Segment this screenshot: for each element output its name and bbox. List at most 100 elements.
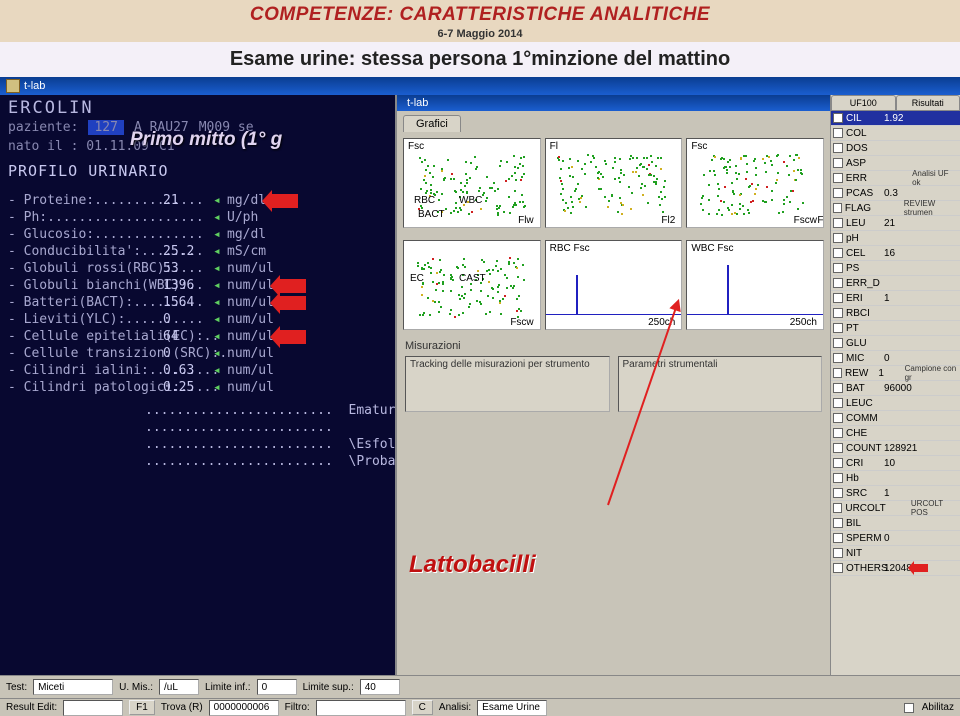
uf-note: Campione con gr bbox=[905, 364, 958, 382]
checkbox[interactable] bbox=[833, 278, 843, 288]
patient-name: ERCOLIN bbox=[0, 95, 395, 118]
field-analisi[interactable]: Esame Urine bbox=[477, 700, 547, 716]
histogram-chart[interactable]: WBC Fsc250ch bbox=[686, 240, 824, 330]
uf-row[interactable]: PT bbox=[831, 321, 960, 336]
scatter-chart[interactable]: FscRBCWBCBACTFlw bbox=[403, 138, 541, 228]
field-test[interactable]: Miceti bbox=[33, 679, 113, 695]
uf-value: 128921 bbox=[884, 443, 914, 454]
uf-row[interactable]: BAT96000 bbox=[831, 381, 960, 396]
uf-row[interactable]: GLU bbox=[831, 336, 960, 351]
checkbox[interactable] bbox=[833, 293, 843, 303]
uf-row[interactable]: LEUC bbox=[831, 396, 960, 411]
checkbox[interactable] bbox=[833, 473, 843, 483]
checkbox[interactable] bbox=[833, 128, 843, 138]
field-result-edit[interactable] bbox=[63, 700, 123, 716]
uf-row[interactable]: COMM bbox=[831, 411, 960, 426]
uf-row[interactable]: REW1Campione con gr bbox=[831, 366, 960, 381]
lbl-nato: nato il : 01.11.09 bbox=[8, 139, 149, 154]
uf-row[interactable]: RBCI bbox=[831, 306, 960, 321]
param-value: 25.2 bbox=[163, 244, 213, 259]
param-value: 21 bbox=[163, 193, 213, 208]
checkbox[interactable] bbox=[833, 233, 843, 243]
checkbox[interactable] bbox=[833, 488, 843, 498]
uf-row[interactable]: pH bbox=[831, 231, 960, 246]
tracking-box[interactable]: Tracking delle misurazioni per strumento bbox=[405, 356, 610, 412]
uf-row[interactable]: CRI10 bbox=[831, 456, 960, 471]
field-umis[interactable]: /uL bbox=[159, 679, 199, 695]
param-row: - Globuli rossi(RBC):....53◂num/ul bbox=[0, 260, 395, 277]
checkbox[interactable] bbox=[833, 413, 843, 423]
scatter-chart[interactable]: FscFscwFl bbox=[686, 138, 824, 228]
checkbox[interactable] bbox=[833, 218, 843, 228]
uf-result-list: CIL1.92COLDOSASPERRAnalisi UF okPCAS0.3F… bbox=[831, 111, 960, 576]
checkbox[interactable] bbox=[833, 383, 843, 393]
checkbox[interactable] bbox=[833, 143, 843, 153]
uf-row[interactable]: DOS bbox=[831, 141, 960, 156]
checkbox[interactable] bbox=[833, 563, 843, 573]
uf-row[interactable]: Hb bbox=[831, 471, 960, 486]
param-value: 0.25 bbox=[163, 380, 213, 395]
checkbox[interactable] bbox=[833, 548, 843, 558]
patient-id: 127 bbox=[88, 120, 123, 135]
checkbox[interactable] bbox=[833, 248, 843, 258]
param-row: - Glucosio:..............◂mg/dl bbox=[0, 226, 395, 243]
checkbox[interactable] bbox=[833, 443, 843, 453]
scatter-chart[interactable]: FlFl2 bbox=[545, 138, 683, 228]
uf-row[interactable]: BIL bbox=[831, 516, 960, 531]
param-list: - Proteine:..............21◂mg/dl- Ph:..… bbox=[0, 192, 395, 396]
uf-note: Analisi UF ok bbox=[912, 169, 958, 187]
chk-abilita[interactable] bbox=[904, 703, 914, 713]
uf-row[interactable]: PS bbox=[831, 261, 960, 276]
checkbox[interactable] bbox=[833, 398, 843, 408]
checkbox[interactable] bbox=[833, 158, 843, 168]
checkbox[interactable] bbox=[833, 188, 843, 198]
checkbox[interactable] bbox=[833, 503, 842, 513]
c-button[interactable]: C bbox=[412, 700, 433, 715]
uf-row[interactable]: SPERM0 bbox=[831, 531, 960, 546]
param-unit: num/ul bbox=[227, 295, 274, 310]
checkbox[interactable] bbox=[833, 323, 843, 333]
checkbox[interactable] bbox=[833, 368, 842, 378]
f1-button[interactable]: F1 bbox=[129, 700, 155, 715]
uf-row[interactable]: ERR_D bbox=[831, 276, 960, 291]
checkbox[interactable] bbox=[833, 428, 843, 438]
lbl-umis: U. Mis.: bbox=[119, 682, 153, 693]
checkbox[interactable] bbox=[833, 263, 843, 273]
tab-uf100[interactable]: UF100 bbox=[831, 95, 896, 110]
uf-row[interactable]: FLAGREVIEW strumen bbox=[831, 201, 960, 216]
tab-grafici[interactable]: Grafici bbox=[403, 115, 461, 132]
uf-row[interactable]: OTHERS12048 bbox=[831, 561, 960, 576]
uf-row[interactable]: CHE bbox=[831, 426, 960, 441]
uf-row[interactable]: COUNT128921 bbox=[831, 441, 960, 456]
uf-row[interactable]: ERI1 bbox=[831, 291, 960, 306]
tab-risultati[interactable]: Risultati bbox=[896, 95, 960, 110]
checkbox[interactable] bbox=[833, 113, 843, 123]
param-unit: mS/cm bbox=[227, 244, 266, 259]
checkbox[interactable] bbox=[833, 353, 843, 363]
tick-icon: ◂ bbox=[213, 312, 227, 327]
chart-extra: Fl bbox=[817, 215, 824, 226]
checkbox[interactable] bbox=[833, 518, 843, 528]
uf-row[interactable]: COL bbox=[831, 126, 960, 141]
checkbox[interactable] bbox=[833, 173, 843, 183]
uf-row[interactable]: LEU21 bbox=[831, 216, 960, 231]
checkbox[interactable] bbox=[833, 308, 843, 318]
note-row: ........................ \Probabile infe… bbox=[0, 453, 395, 470]
field-linf[interactable]: 0 bbox=[257, 679, 297, 695]
field-trova[interactable]: 0000000006 bbox=[209, 700, 279, 716]
uf-row[interactable]: CIL1.92 bbox=[831, 111, 960, 126]
field-filtro[interactable] bbox=[316, 700, 406, 716]
uf-row[interactable]: NIT bbox=[831, 546, 960, 561]
uf-name: PS bbox=[846, 263, 884, 274]
histogram-chart[interactable]: RBC Fsc250ch bbox=[545, 240, 683, 330]
uf-row[interactable]: URCOLTURCOLT POS bbox=[831, 501, 960, 516]
field-lsup[interactable]: 40 bbox=[360, 679, 400, 695]
checkbox[interactable] bbox=[833, 533, 843, 543]
scatter-chart[interactable]: ECCASTFscw bbox=[403, 240, 541, 330]
uf-row[interactable]: ERRAnalisi UF ok bbox=[831, 171, 960, 186]
checkbox[interactable] bbox=[833, 458, 843, 468]
uf-row[interactable]: CEL16 bbox=[831, 246, 960, 261]
checkbox[interactable] bbox=[833, 203, 842, 213]
uf-value: 1 bbox=[878, 368, 904, 379]
checkbox[interactable] bbox=[833, 338, 843, 348]
